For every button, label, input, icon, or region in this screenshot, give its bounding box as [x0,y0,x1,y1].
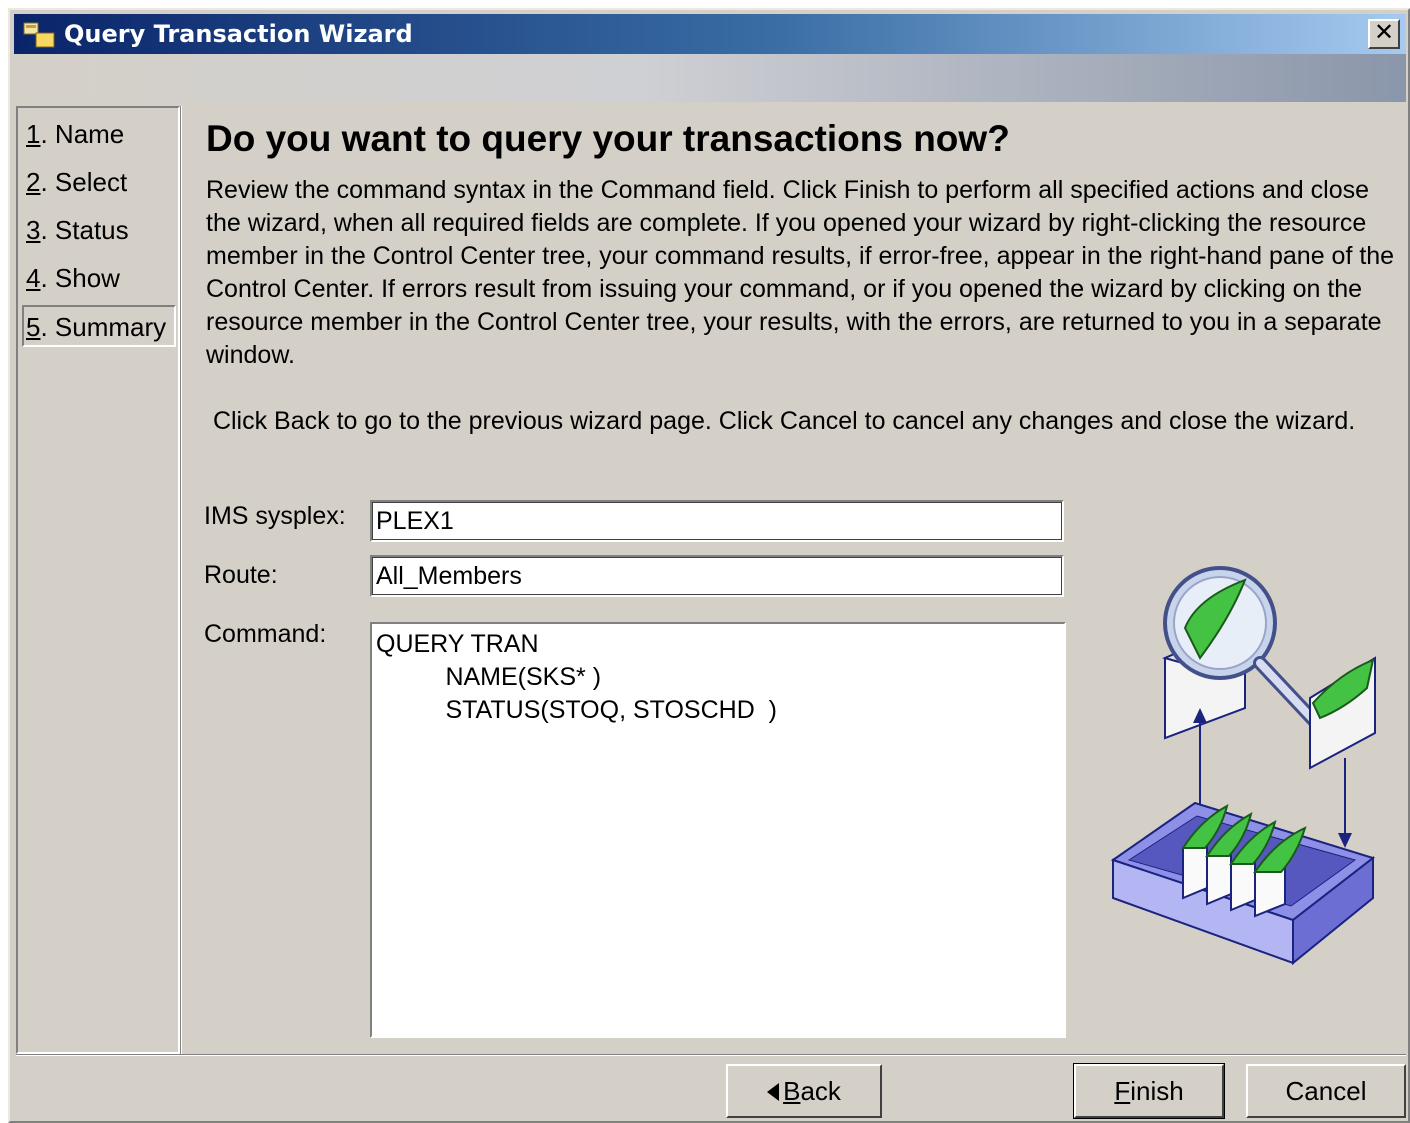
step-number: 5 [26,312,41,342]
back-button[interactable]: Back [726,1064,882,1118]
step-number: 4 [26,263,41,293]
route-field[interactable]: All_Members [370,555,1064,597]
command-line: NAME(SKS* ) [376,663,602,691]
command-line: QUERY TRAN [376,630,539,658]
step-label: . Status [40,215,129,245]
sysplex-label: IMS sysplex: [204,502,346,530]
route-label: Route: [204,561,278,589]
step-show[interactable]: 4. Show [22,258,172,300]
command-textarea[interactable]: QUERY TRAN NAME(SKS* ) STATUS(STOQ, STOS… [370,622,1066,1038]
finish-mnemonic: F [1114,1076,1131,1106]
close-button[interactable]: ✕ [1368,19,1400,49]
step-label: . Show [40,263,120,293]
page-title: Do you want to query your transactions n… [206,118,1010,159]
finish-button[interactable]: Finish [1073,1063,1225,1119]
steps-divider [180,106,182,1054]
sysplex-field[interactable]: PLEX1 [370,500,1064,542]
cancel-label: Cancel [1285,1076,1367,1106]
step-status[interactable]: 3. Status [22,210,172,252]
step-name[interactable]: 1. Name [22,114,172,156]
wizard-window: Query Transaction Wizard ✕ 1. Name 2. Se… [8,8,1410,1123]
step-number: 2 [26,167,41,197]
step-number: 1 [26,119,41,149]
left-arrow-icon [767,1083,780,1101]
step-label: . Select [40,167,128,197]
back-mnemonic: B [783,1076,801,1106]
navigation-paragraph: Click Back to go to the previous wizard … [206,407,1356,435]
title-bar[interactable]: Query Transaction Wizard ✕ [14,14,1406,54]
step-number: 3 [26,215,41,245]
wizard-banner [14,54,1406,102]
button-bar-separator [16,1054,1406,1056]
back-label: ack [800,1076,841,1106]
instructions-paragraph: Review the command syntax in the Command… [206,176,1395,369]
step-select[interactable]: 2. Select [22,162,172,204]
window-title: Query Transaction Wizard [64,20,413,48]
command-label: Command: [204,620,327,648]
command-line: STATUS(STOQ, STOSCHD ) [376,696,777,724]
step-label: . Name [40,119,125,149]
wizard-app-icon [23,22,55,48]
finish-label: inish [1130,1076,1184,1106]
wizard-steps-list: 1. Name 2. Select 3. Status 4. Show 5. S… [16,106,180,1054]
envelopes-tray-magnifier-illustration [1110,566,1376,966]
close-icon: ✕ [1373,19,1395,46]
cancel-button[interactable]: Cancel [1246,1064,1406,1118]
step-label: . Summary [40,312,167,342]
step-summary[interactable]: 5. Summary [22,305,176,347]
